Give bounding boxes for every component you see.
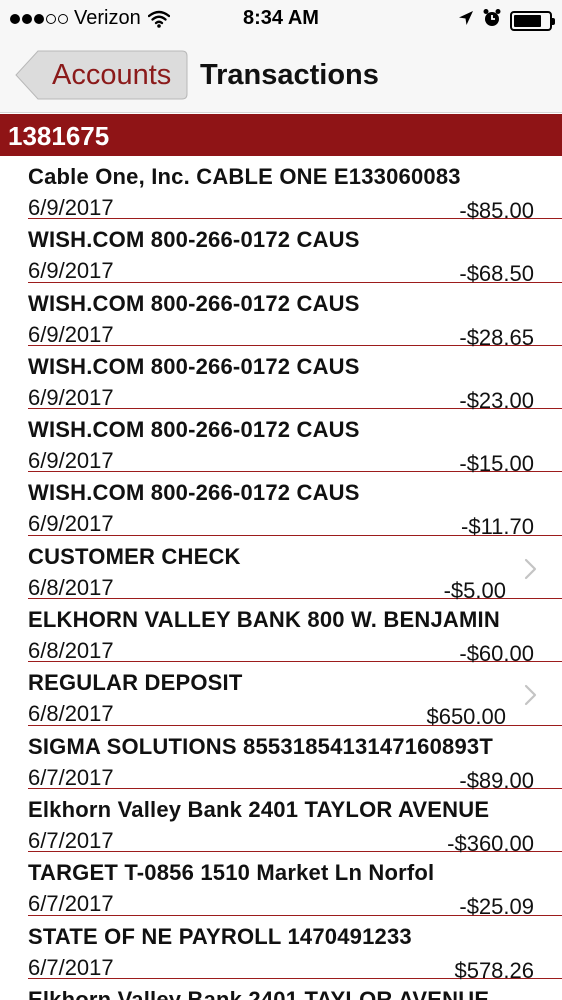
back-button-label: Accounts: [52, 59, 172, 91]
transaction-description: WISH.COM 800-266-0172 CAUS: [28, 227, 360, 253]
transaction-date: 6/9/2017: [28, 195, 114, 220]
transaction-date: 6/7/2017: [28, 827, 114, 853]
transaction-date: 6/8/2017: [28, 701, 114, 727]
transaction-description: Cable One, Inc. CABLE ONE E133060083: [28, 164, 461, 189]
transaction-date: 6/9/2017: [28, 511, 114, 537]
transaction-description: Elkhorn Valley Bank 2401 TAYLOR AVENUE: [28, 986, 490, 1000]
transaction-row[interactable]: REGULAR DEPOSIT 6/8/2017 $650.00: [28, 662, 562, 729]
transaction-description: ELKHORN VALLEY BANK 800 W. BENJAMIN: [28, 607, 500, 633]
transaction-row[interactable]: WISH.COM 800-266-0172 CAUS 6/9/2017 -$28.6…: [28, 283, 562, 350]
location-arrow-icon: [458, 10, 474, 31]
transaction-date: 6/9/2017: [28, 258, 114, 284]
transaction-date: 6/8/2017: [28, 574, 114, 600]
transaction-date: 6/7/2017: [28, 954, 114, 980]
status-right: [458, 8, 555, 33]
transaction-row[interactable]: SIGMA SOLUTIONS 8553185413147160893T 6/7/…: [28, 726, 562, 793]
transaction-description: WISH.COM 800-266-0172 CAUS: [28, 290, 360, 316]
transaction-row[interactable]: ELKHORN VALLEY BANK 800 W. BENJAMIN 6/8/2…: [28, 599, 562, 666]
transaction-description: Elkhorn Valley Bank 2401 TAYLOR AVENUE: [28, 796, 490, 822]
back-to-accounts-button[interactable]: Accounts: [14, 50, 188, 100]
transaction-list[interactable]: Cable One, Inc. CABLE ONE E133060083 6/9/…: [0, 156, 562, 1000]
account-number: 1381675: [8, 121, 110, 151]
transaction-date: 6/8/2017: [28, 638, 114, 664]
transaction-description: SIGMA SOLUTIONS 8553185413147160893T: [28, 733, 493, 759]
transaction-row[interactable]: WISH.COM 800-266-0172 CAUS 6/9/2017 -$15.0…: [28, 409, 562, 476]
page-title: Transactions: [200, 59, 379, 91]
transaction-description: TARGET T-0856 1510 Market Ln Norfol: [28, 860, 435, 886]
transaction-row[interactable]: WISH.COM 800-266-0172 CAUS 6/9/2017 -$11.7…: [28, 472, 562, 539]
transaction-row[interactable]: STATE OF NE PAYROLL 1470491233 6/7/2017 $5…: [28, 916, 562, 983]
chevron-right-icon: [524, 558, 538, 585]
alarm-clock-icon: [482, 8, 502, 33]
transaction-row[interactable]: Elkhorn Valley Bank 2401 TAYLOR AVENUE 6/…: [28, 789, 562, 856]
transaction-row[interactable]: WISH.COM 800-266-0172 CAUS 6/9/2017 -$23.0…: [28, 346, 562, 413]
transaction-row[interactable]: CUSTOMER CHECK 6/8/2017 -$5.00: [28, 536, 562, 603]
transaction-description: CUSTOMER CHECK: [28, 543, 241, 569]
navigation-bar: Accounts Transactions: [0, 38, 562, 113]
status-bar: Verizon 8:34 AM: [0, 0, 562, 38]
transaction-row[interactable]: TARGET T-0856 1510 Market Ln Norfol 6/7/2…: [28, 852, 562, 919]
battery-icon: [510, 10, 555, 31]
transaction-date: 6/7/2017: [28, 891, 114, 917]
transaction-row[interactable]: Elkhorn Valley Bank 2401 TAYLOR AVENUE: [28, 979, 562, 1000]
transaction-row[interactable]: Cable One, Inc. CABLE ONE E133060083 6/9/…: [28, 156, 562, 223]
transaction-row[interactable]: WISH.COM 800-266-0172 CAUS 6/9/2017 -$68.5…: [28, 219, 562, 286]
transaction-date: 6/7/2017: [28, 764, 114, 790]
transaction-date: 6/9/2017: [28, 384, 114, 410]
transaction-description: STATE OF NE PAYROLL 1470491233: [28, 923, 412, 949]
chevron-right-icon: [524, 684, 538, 711]
transaction-description: WISH.COM 800-266-0172 CAUS: [28, 417, 360, 443]
account-header: 1381675: [0, 114, 562, 156]
transaction-description: WISH.COM 800-266-0172 CAUS: [28, 353, 360, 379]
transaction-date: 6/9/2017: [28, 321, 114, 347]
transaction-date: 6/9/2017: [28, 448, 114, 474]
transaction-description: WISH.COM 800-266-0172 CAUS: [28, 480, 360, 506]
transaction-description: REGULAR DEPOSIT: [28, 670, 243, 696]
